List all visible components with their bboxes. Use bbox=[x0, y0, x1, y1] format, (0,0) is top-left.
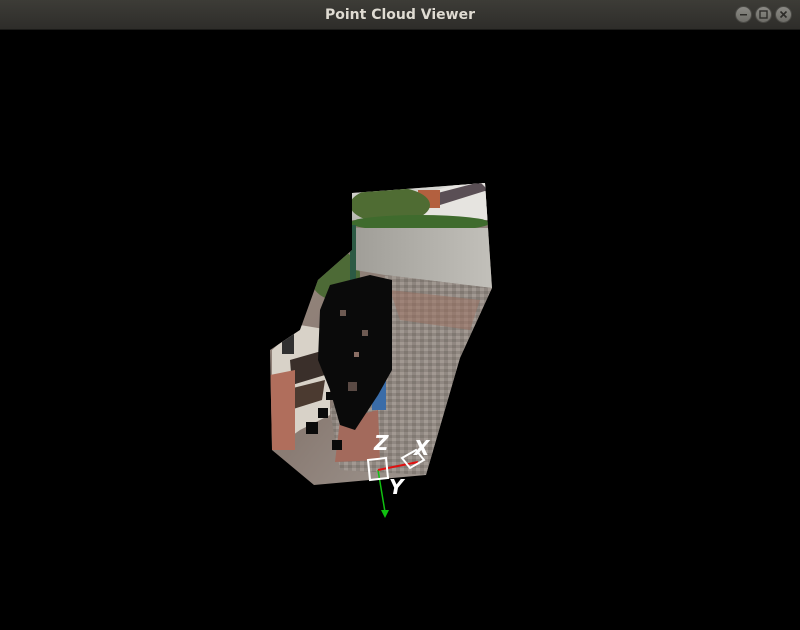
minimize-button[interactable] bbox=[735, 6, 752, 23]
maximize-icon bbox=[759, 10, 768, 19]
close-icon bbox=[779, 10, 788, 19]
title-bar[interactable]: Point Cloud Viewer bbox=[0, 0, 800, 30]
minimize-icon bbox=[740, 14, 747, 16]
maximize-button[interactable] bbox=[755, 6, 772, 23]
app-window: Point Cloud Viewer Z X Y bbox=[0, 0, 800, 630]
point-cloud-canvas[interactable]: Z X Y bbox=[0, 30, 800, 630]
point-cloud-viewport[interactable]: Z X Y bbox=[0, 30, 800, 630]
window-controls bbox=[735, 6, 792, 23]
x-axis-label: X bbox=[412, 436, 431, 460]
y-axis-arrow bbox=[381, 510, 389, 518]
z-axis-label: Z bbox=[373, 431, 389, 455]
y-axis-label: Y bbox=[389, 475, 406, 499]
window-title: Point Cloud Viewer bbox=[325, 7, 475, 23]
close-button[interactable] bbox=[775, 6, 792, 23]
